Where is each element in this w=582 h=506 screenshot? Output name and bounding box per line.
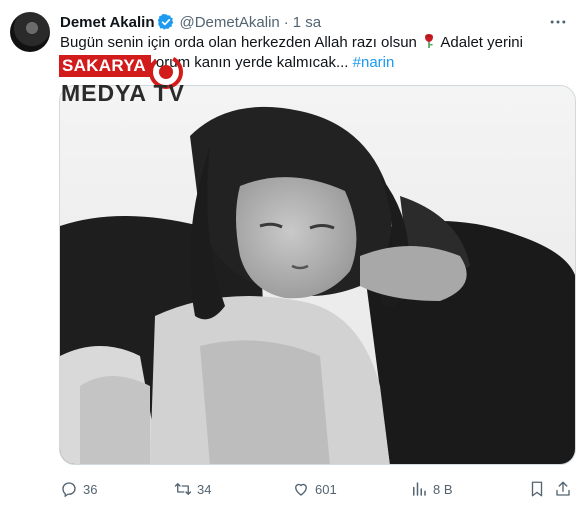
- share-button[interactable]: [554, 478, 577, 500]
- author-name[interactable]: Demet Akalin: [60, 14, 154, 31]
- like-count: 601: [315, 481, 337, 497]
- share-icon: [556, 481, 570, 496]
- watermark-line2: MEDYA TV: [61, 80, 185, 106]
- bookmark-icon: [531, 481, 543, 497]
- photo-illustration: [60, 86, 575, 464]
- retweet-icon: [174, 483, 192, 495]
- author-handle[interactable]: @DemetAkalin: [179, 14, 279, 31]
- tweet-text-part2: Adalet yerini: [440, 34, 523, 51]
- watermark-line1: SAKARYA: [59, 55, 151, 77]
- bookmark-button[interactable]: [528, 478, 551, 500]
- hashtag-link[interactable]: #narin: [353, 54, 395, 71]
- reply-button[interactable]: 36: [60, 478, 97, 500]
- tweet-header: Demet Akalin @DemetAkalin · 1 sa: [60, 12, 570, 32]
- more-icon[interactable]: [548, 12, 568, 32]
- like-button[interactable]: 601: [292, 478, 337, 500]
- tweet-text-part1: Bugün senin için orda olan herkezden All…: [60, 34, 417, 51]
- views-button[interactable]: 8 B: [410, 478, 453, 500]
- sakarya-medya-watermark: SAKARYA MEDYA TV: [59, 55, 194, 107]
- views-count: 8 B: [433, 481, 453, 497]
- reply-count: 36: [83, 481, 98, 497]
- rose-icon: [425, 34, 434, 48]
- tweet-time[interactable]: 1 sa: [293, 14, 321, 31]
- like-icon: [295, 483, 307, 496]
- separator-dot: ·: [283, 13, 289, 31]
- views-icon: [413, 482, 426, 496]
- tweet-actions: 36 34 601 8 B: [60, 478, 572, 500]
- verified-icon: [158, 13, 174, 30]
- retweet-button[interactable]: 34: [174, 478, 211, 500]
- tweet-photo[interactable]: [59, 85, 576, 465]
- reply-icon: [62, 482, 76, 498]
- author-avatar[interactable]: [10, 12, 50, 52]
- retweet-count: 34: [197, 481, 212, 497]
